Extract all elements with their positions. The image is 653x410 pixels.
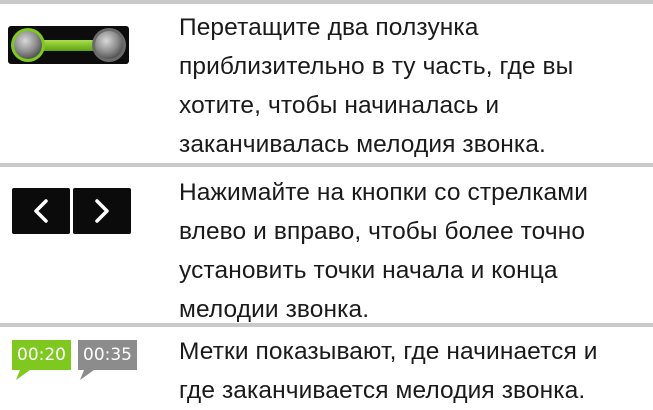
start-time-marker: 00:20 (12, 340, 71, 380)
instruction-table: Перетащите два ползунка приблизительно в… (0, 0, 653, 408)
instruction-row-markers: 00:20 00:35 Метки показывают, где начина… (0, 327, 653, 408)
instruction-text: Метки показывают, где начинается и где з… (179, 338, 598, 404)
chevron-right-icon (95, 199, 109, 223)
instruction-text: Перетащите два ползунка приблизительно в… (179, 14, 574, 158)
end-time-marker: 00:35 (78, 340, 137, 380)
instruction-row-slider: Перетащите два ползунка приблизительно в… (0, 4, 653, 163)
instruction-row-arrows: Нажимайте на кнопки со стрелками влево и… (0, 167, 653, 323)
arrow-right-button (73, 188, 131, 234)
range-slider-icon (8, 26, 129, 64)
end-time-label: 00:35 (83, 345, 132, 365)
arrow-left-button (12, 188, 70, 234)
instruction-text: Нажимайте на кнопки со стрелками влево и… (179, 179, 589, 323)
start-time-label: 00:20 (17, 345, 66, 365)
chevron-left-icon (34, 199, 48, 223)
